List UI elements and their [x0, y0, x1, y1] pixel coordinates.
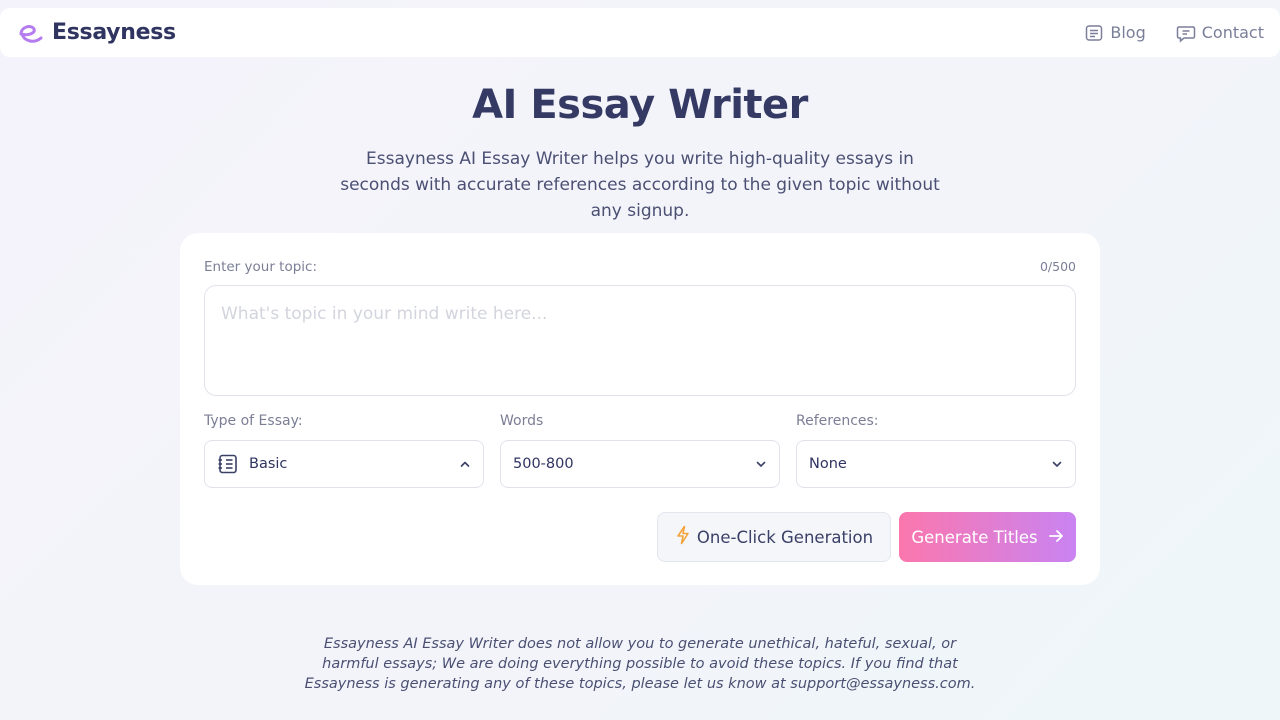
chat-icon — [1176, 23, 1196, 43]
nav-blog-link[interactable]: Blog — [1084, 23, 1146, 43]
character-counter: 0/500 — [1039, 259, 1076, 274]
nav-menu: Blog Contact — [1084, 23, 1264, 43]
blog-icon — [1084, 23, 1104, 43]
chevron-down-icon — [1051, 458, 1063, 470]
lightning-icon — [675, 525, 691, 549]
topic-label: Enter your topic: — [204, 259, 318, 275]
one-click-generation-button[interactable]: One-Click Generation — [657, 512, 891, 562]
chevron-up-icon — [459, 458, 471, 470]
references-label: References: — [796, 413, 879, 429]
words-label: Words — [500, 413, 544, 429]
top-navbar: Essayness Blog Contact — [0, 8, 1280, 57]
disclaimer-text: Essayness AI Essay Writer does not allow… — [304, 636, 976, 692]
page-title: AI Essay Writer — [472, 82, 808, 128]
words-value: 500-800 — [513, 456, 574, 472]
generate-titles-label: Generate Titles — [911, 527, 1038, 547]
essay-type-select[interactable]: Basic — [204, 440, 484, 488]
one-click-generation-label: One-Click Generation — [696, 527, 874, 547]
brand[interactable]: Essayness — [16, 19, 176, 47]
essay-list-icon — [217, 453, 239, 475]
nav-contact-link[interactable]: Contact — [1176, 23, 1264, 43]
generate-titles-button[interactable]: Generate Titles — [899, 512, 1076, 562]
page-subtitle: Essayness AI Essay Writer helps you writ… — [340, 149, 940, 221]
chevron-down-icon — [755, 458, 767, 470]
essayness-logo-icon — [16, 19, 44, 47]
essay-type-value: Basic — [249, 456, 288, 472]
nav-blog-label: Blog — [1110, 23, 1146, 42]
nav-contact-label: Contact — [1201, 23, 1264, 42]
arrow-right-icon — [1048, 528, 1064, 547]
references-value: None — [809, 456, 847, 472]
essay-type-label: Type of Essay: — [204, 413, 303, 429]
brand-name: Essayness — [52, 20, 176, 45]
words-select[interactable]: 500-800 — [500, 440, 780, 488]
references-select[interactable]: None — [796, 440, 1076, 488]
essay-form-card: Enter your topic: 0/500 Type of Essay: B… — [180, 233, 1100, 585]
topic-input[interactable] — [204, 285, 1076, 396]
